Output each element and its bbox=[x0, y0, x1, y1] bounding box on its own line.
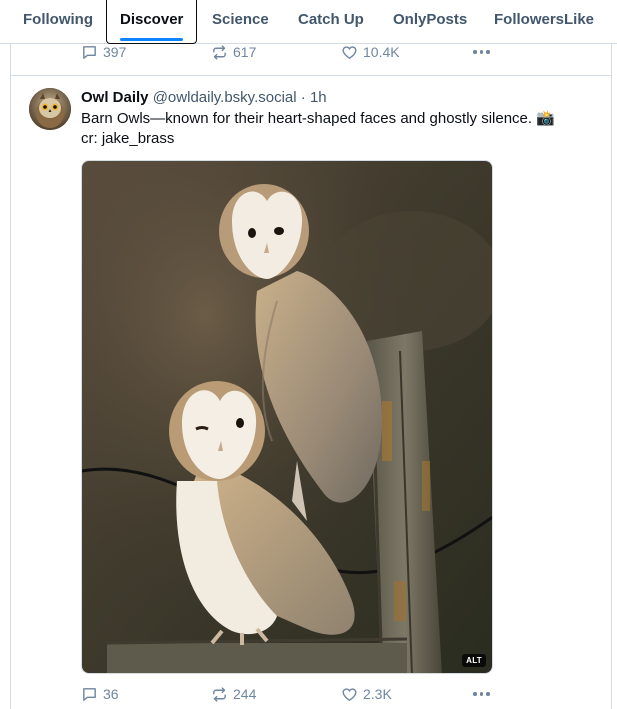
reply-button[interactable]: 397 bbox=[81, 41, 126, 63]
reply-button[interactable]: 36 bbox=[81, 683, 119, 705]
more-dots-icon[interactable] bbox=[473, 41, 490, 63]
tab-discover[interactable]: Discover bbox=[106, 0, 198, 44]
speech-bubble-icon bbox=[83, 687, 96, 701]
post-divider bbox=[11, 75, 611, 76]
repost-button[interactable]: 617 bbox=[211, 41, 256, 63]
tab-following[interactable]: Following bbox=[23, 0, 93, 44]
header-separator: · bbox=[300, 89, 306, 106]
tab-science[interactable]: Science bbox=[212, 0, 269, 44]
post-header: Owl Daily @owldaily.bsky.social · 1h bbox=[81, 88, 327, 108]
post-time[interactable]: 1h bbox=[310, 89, 327, 106]
heart-icon bbox=[342, 687, 357, 701]
heart-icon bbox=[342, 45, 357, 59]
post-image[interactable]: ALT bbox=[81, 160, 493, 674]
avatar[interactable] bbox=[29, 88, 71, 130]
barn-owls-photo bbox=[82, 161, 492, 673]
alt-badge[interactable]: ALT bbox=[462, 654, 486, 667]
feed: 397 617 10.4K Owl Daily @owldaily.bsky.s… bbox=[10, 0, 612, 709]
post-actions: 36 244 2.3K bbox=[81, 683, 501, 705]
repost-arrows-icon bbox=[213, 44, 226, 60]
repost-arrows-icon bbox=[213, 686, 226, 702]
tab-onlyposts[interactable]: OnlyPosts bbox=[393, 0, 467, 44]
like-button[interactable]: 10.4K bbox=[341, 41, 400, 63]
speech-bubble-icon bbox=[83, 45, 96, 59]
repost-count: 244 bbox=[233, 686, 257, 702]
author-handle[interactable]: @owldaily.bsky.social bbox=[153, 89, 297, 106]
author-name[interactable]: Owl Daily bbox=[81, 89, 149, 106]
reply-count: 397 bbox=[103, 44, 127, 60]
active-tab-indicator bbox=[120, 38, 184, 41]
tab-catch-up[interactable]: Catch Up bbox=[298, 0, 364, 44]
like-count: 10.4K bbox=[363, 44, 400, 60]
post-text-line-1: Barn Owls—known for their heart-shaped f… bbox=[81, 110, 555, 127]
repost-count: 617 bbox=[233, 44, 257, 60]
post-text: Barn Owls—known for their heart-shaped f… bbox=[81, 109, 601, 149]
like-count: 2.3K bbox=[363, 686, 392, 702]
tab-discover-label: Discover bbox=[120, 11, 184, 28]
post-text-line-2: cr: jake_brass bbox=[81, 130, 175, 147]
like-button[interactable]: 2.3K bbox=[341, 683, 392, 705]
tab-followerslike[interactable]: FollowersLike bbox=[494, 0, 594, 44]
more-dots-icon[interactable] bbox=[473, 683, 490, 705]
owl-avatar-image bbox=[29, 88, 71, 130]
previous-post-actions: 397 617 10.4K bbox=[81, 41, 501, 63]
repost-button[interactable]: 244 bbox=[211, 683, 256, 705]
feed-tabs: Following Discover Science Catch Up Only… bbox=[0, 0, 617, 44]
reply-count: 36 bbox=[103, 686, 119, 702]
